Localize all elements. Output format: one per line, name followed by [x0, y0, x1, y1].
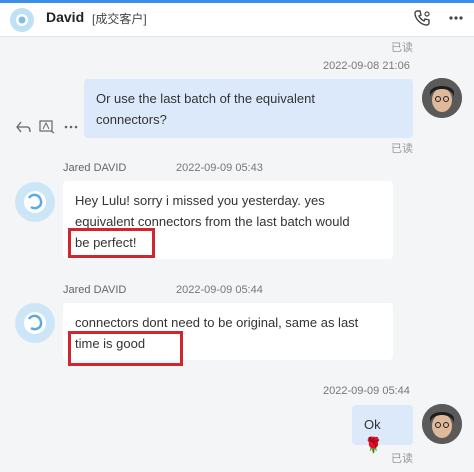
user-avatar[interactable] — [422, 404, 462, 444]
rose-emoji: 🌹 — [364, 437, 383, 454]
message-timestamp: 2022-09-09 05:44 — [176, 284, 263, 296]
message-timestamp: 2022-09-09 05:44 — [323, 385, 410, 397]
message-text-line: connectors? — [96, 112, 167, 127]
contact-avatar[interactable] — [15, 182, 55, 222]
message-actions — [14, 118, 80, 136]
sender-name: Jared DAVID — [63, 284, 127, 296]
contact-name[interactable]: David — [46, 9, 84, 25]
highlight-box — [68, 228, 155, 258]
message-timestamp: 2022-09-08 21:06 — [323, 60, 410, 72]
more-icon[interactable] — [62, 118, 80, 136]
sender-name: Jared DAVID — [63, 162, 127, 174]
user-avatar[interactable] — [422, 78, 462, 118]
contact-avatar-icon — [16, 14, 28, 26]
read-status: 已读 — [391, 42, 413, 54]
message-text-line: Or use the last batch of the equivalent — [96, 91, 315, 106]
user-photo-icon — [422, 78, 462, 118]
message-text-line: Hey Lulu! sorry i missed you yesterday. … — [75, 193, 325, 208]
outgoing-message-bubble[interactable]: Or use the last batch of the equivalent … — [84, 79, 413, 138]
highlight-box — [68, 331, 183, 366]
header-accent — [0, 0, 474, 3]
contact-avatar[interactable] — [10, 8, 34, 32]
outgoing-message-bubble[interactable]: Ok 🌹 — [352, 405, 413, 454]
more-icon[interactable] — [444, 6, 468, 30]
contact-avatar-icon — [24, 191, 46, 213]
phone-settings-icon[interactable] — [410, 6, 434, 30]
chat-header: David [成交客户] — [0, 0, 474, 37]
message-text: Ok — [364, 417, 381, 432]
contact-avatar-icon — [24, 312, 46, 334]
contact-avatar[interactable] — [15, 303, 55, 343]
user-photo-icon — [422, 404, 462, 444]
translate-icon[interactable] — [38, 118, 56, 136]
contact-tag: [成交客户] — [92, 12, 147, 26]
reply-icon[interactable] — [14, 118, 32, 136]
message-text-line: connectors dont need to be original, sam… — [75, 315, 359, 330]
read-status: 已读 — [391, 143, 413, 155]
read-status: 已读 — [391, 453, 413, 465]
message-timestamp: 2022-09-09 05:43 — [176, 162, 263, 174]
